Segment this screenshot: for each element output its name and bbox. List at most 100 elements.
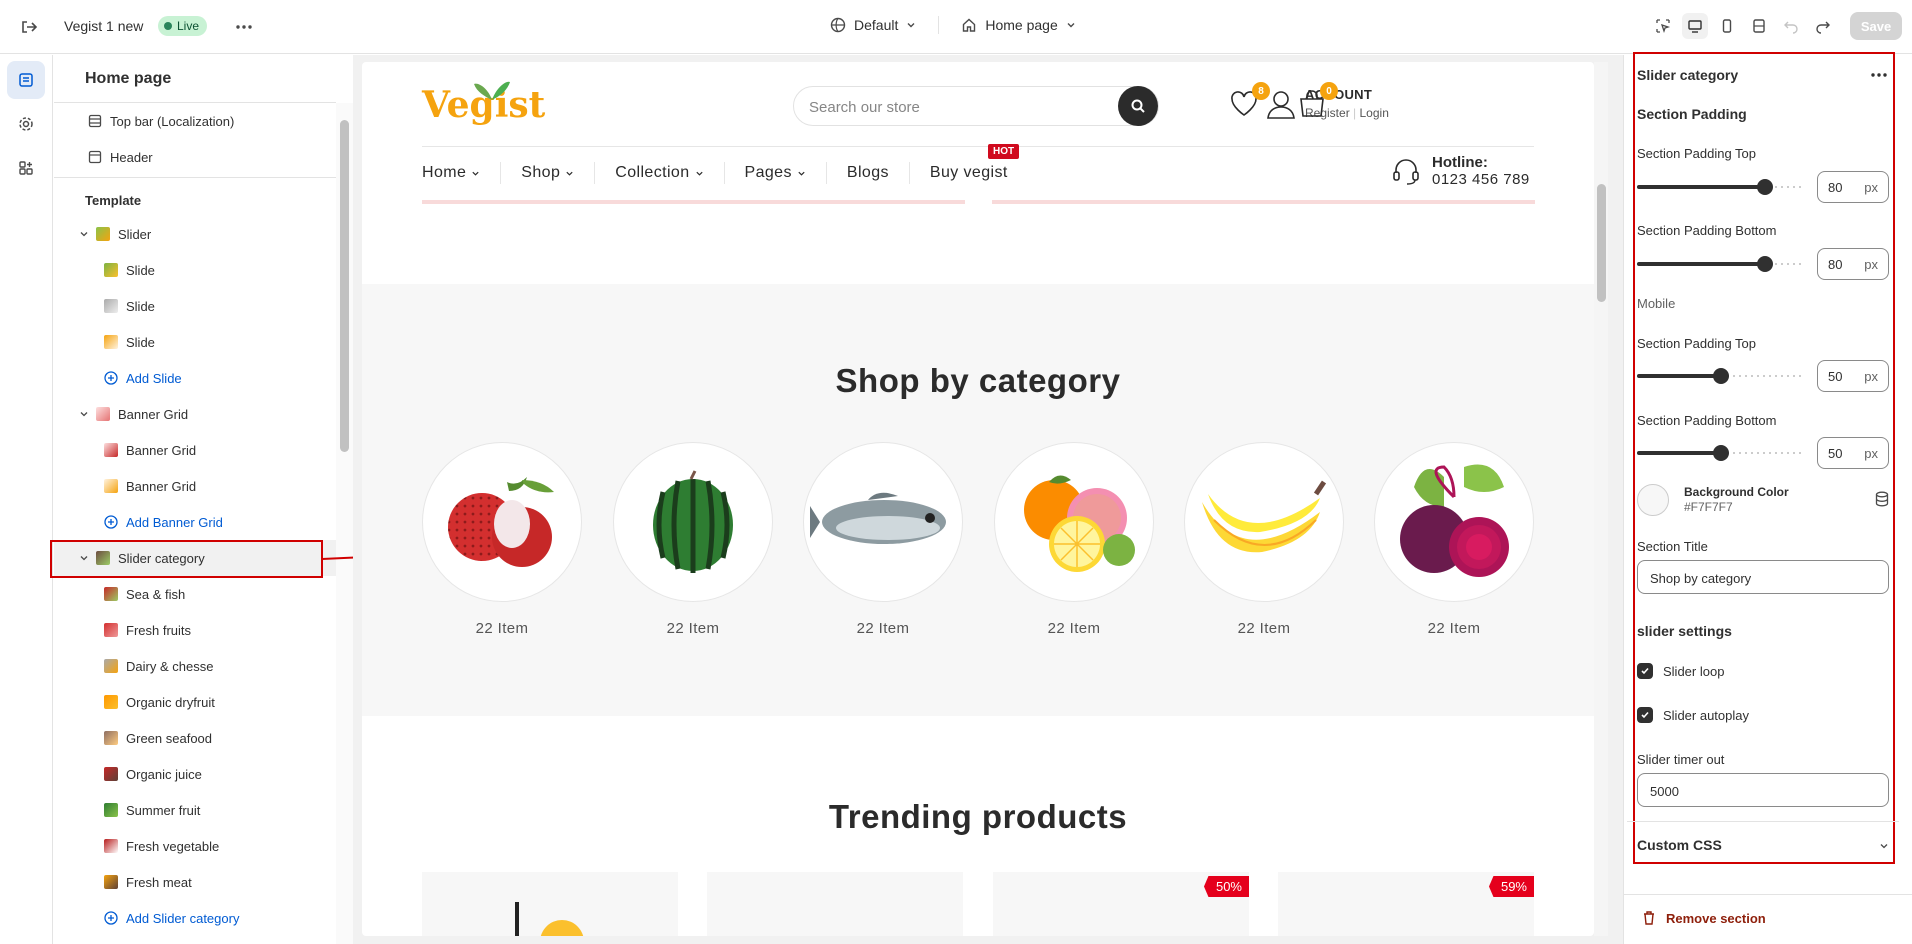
nav-buy-vegist[interactable]: Buy vegist [908,162,1028,184]
background-color-swatch[interactable] [1637,484,1669,516]
theme-selector[interactable]: Default [820,17,926,33]
add-slide-button[interactable]: Add Slide [54,360,336,396]
block-label: Banner Grid [126,478,197,494]
section-banner-grid[interactable]: Banner Grid [54,396,336,432]
nav-collection[interactable]: Collection [594,162,723,184]
padding-bottom-slider[interactable] [1637,254,1801,274]
mobile-view-button[interactable] [1714,13,1740,39]
block-category[interactable]: Fresh fruits [54,612,336,648]
mobile-padding-bottom-slider[interactable] [1637,443,1801,463]
nav-label: Blogs [846,164,889,181]
section-top-bar[interactable]: Top bar (Localization) [54,103,336,139]
timer-input[interactable]: 5000 [1637,773,1889,807]
shop-by-category-section[interactable]: Shop by category 22 Item 22 Item 22 Item… [362,284,1594,716]
undo-button[interactable] [1778,13,1804,39]
save-button[interactable]: Save [1850,12,1902,40]
scrollbar-thumb[interactable] [1597,184,1606,302]
timer-label: Slider timer out [1637,752,1725,767]
category-count: 22 Item [475,620,529,637]
mobile-padding-top-input[interactable]: 50 px [1817,360,1889,392]
chevron-down-icon[interactable] [78,408,90,420]
nav-home[interactable]: Home [422,162,500,184]
product-card[interactable] [707,872,963,936]
gear-icon [19,117,33,131]
category-card[interactable]: 22 Item [803,442,963,637]
padding-top-slider[interactable] [1637,177,1801,197]
block-category[interactable]: Organic dryfruit [54,684,336,720]
block-slide[interactable]: Slide [54,324,336,360]
block-category[interactable]: Fresh vegetable [54,828,336,864]
category-card[interactable]: 22 Item [1184,442,1344,637]
desktop-view-button[interactable] [1682,13,1708,39]
sections-tab[interactable] [7,61,45,99]
wishlist-button[interactable]: 8 [1228,82,1270,124]
block-slide[interactable]: Slide [54,252,336,288]
sidebar-scrollbar[interactable] [336,103,353,944]
chevron-down-icon[interactable] [78,228,90,240]
padding-bottom-input[interactable]: 80 px [1817,248,1889,280]
mobile-padding-top-slider[interactable] [1637,366,1801,386]
slider-autoplay-checkbox[interactable]: Slider autoplay [1637,707,1749,723]
sections-sidebar: Home page Top bar (Localization) Header … [54,55,336,944]
product-card[interactable] [422,872,678,936]
page-selector[interactable]: Home page [951,17,1085,33]
search-button[interactable] [1118,86,1158,126]
database-icon[interactable] [1875,491,1889,510]
remove-section-button[interactable]: Remove section [1642,910,1766,926]
slider-knob[interactable] [1757,256,1773,272]
custom-css-toggle[interactable]: Custom CSS [1637,837,1889,853]
checkbox-label: Slider loop [1663,663,1725,679]
block-category[interactable]: Organic juice [54,756,336,792]
mobile-padding-bottom-input[interactable]: 50 px [1817,437,1889,469]
slider-loop-checkbox[interactable]: Slider loop [1637,663,1724,679]
slider-knob[interactable] [1713,368,1729,384]
more-actions-button[interactable] [232,16,256,38]
category-card[interactable]: 22 Item [613,442,773,637]
slider-knob[interactable] [1757,179,1773,195]
more-options-button[interactable] [1871,65,1887,80]
block-category[interactable]: Fresh meat [54,864,336,900]
redo-button[interactable] [1810,13,1836,39]
nav-shop[interactable]: Shop [500,162,594,184]
section-title-input[interactable]: Shop by category [1637,560,1889,594]
section-slider[interactable]: Slider [54,216,336,252]
product-card[interactable]: 59% [1278,872,1534,936]
nav-blogs[interactable]: Blogs [825,162,909,184]
block-slide[interactable]: Slide [54,288,336,324]
section-title-label: Section Title [1637,539,1708,554]
add-slider-category-button[interactable]: Add Slider category [54,900,336,936]
product-card[interactable]: 50% [993,872,1249,936]
checkbox-checked-icon[interactable] [1637,663,1653,679]
fullwidth-view-button[interactable] [1746,13,1772,39]
store-search-input[interactable]: Search our store [793,86,1159,126]
checkbox-checked-icon[interactable] [1637,707,1653,723]
padding-top-input[interactable]: 80 px [1817,171,1889,203]
category-card[interactable]: 22 Item [994,442,1154,637]
category-card[interactable]: 22 Item [422,442,582,637]
category-thumbnail-icon [104,875,118,889]
block-label: Fresh meat [126,874,192,890]
cart-button[interactable]: 0 [1296,82,1338,124]
block-banner-grid[interactable]: Banner Grid [54,432,336,468]
nav-pages[interactable]: Pages [723,162,826,184]
theme-settings-tab[interactable] [7,105,45,143]
apps-tab[interactable] [7,149,45,187]
scrollbar-thumb[interactable] [340,120,349,452]
add-banner-grid-button[interactable]: Add Banner Grid [54,504,336,540]
store-logo[interactable]: Vegist [422,81,545,126]
preview-scrollbar[interactable] [1594,62,1608,936]
home-icon [963,18,976,32]
block-category[interactable]: Dairy & chesse [54,648,336,684]
block-category[interactable]: Summer fruit [54,792,336,828]
category-card[interactable]: 22 Item [1374,442,1534,637]
login-link[interactable]: Login [1360,106,1389,120]
block-category[interactable]: Sea & fish [54,576,336,612]
block-banner-grid[interactable]: Banner Grid [54,468,336,504]
exit-icon[interactable] [18,16,40,38]
inspector-button[interactable] [1650,13,1676,39]
block-category[interactable]: Green seafood [54,720,336,756]
slider-knob[interactable] [1713,445,1729,461]
sidebar-header: Home page [54,55,336,103]
section-header[interactable]: Header [54,139,336,175]
block-label: Organic dryfruit [126,694,215,710]
